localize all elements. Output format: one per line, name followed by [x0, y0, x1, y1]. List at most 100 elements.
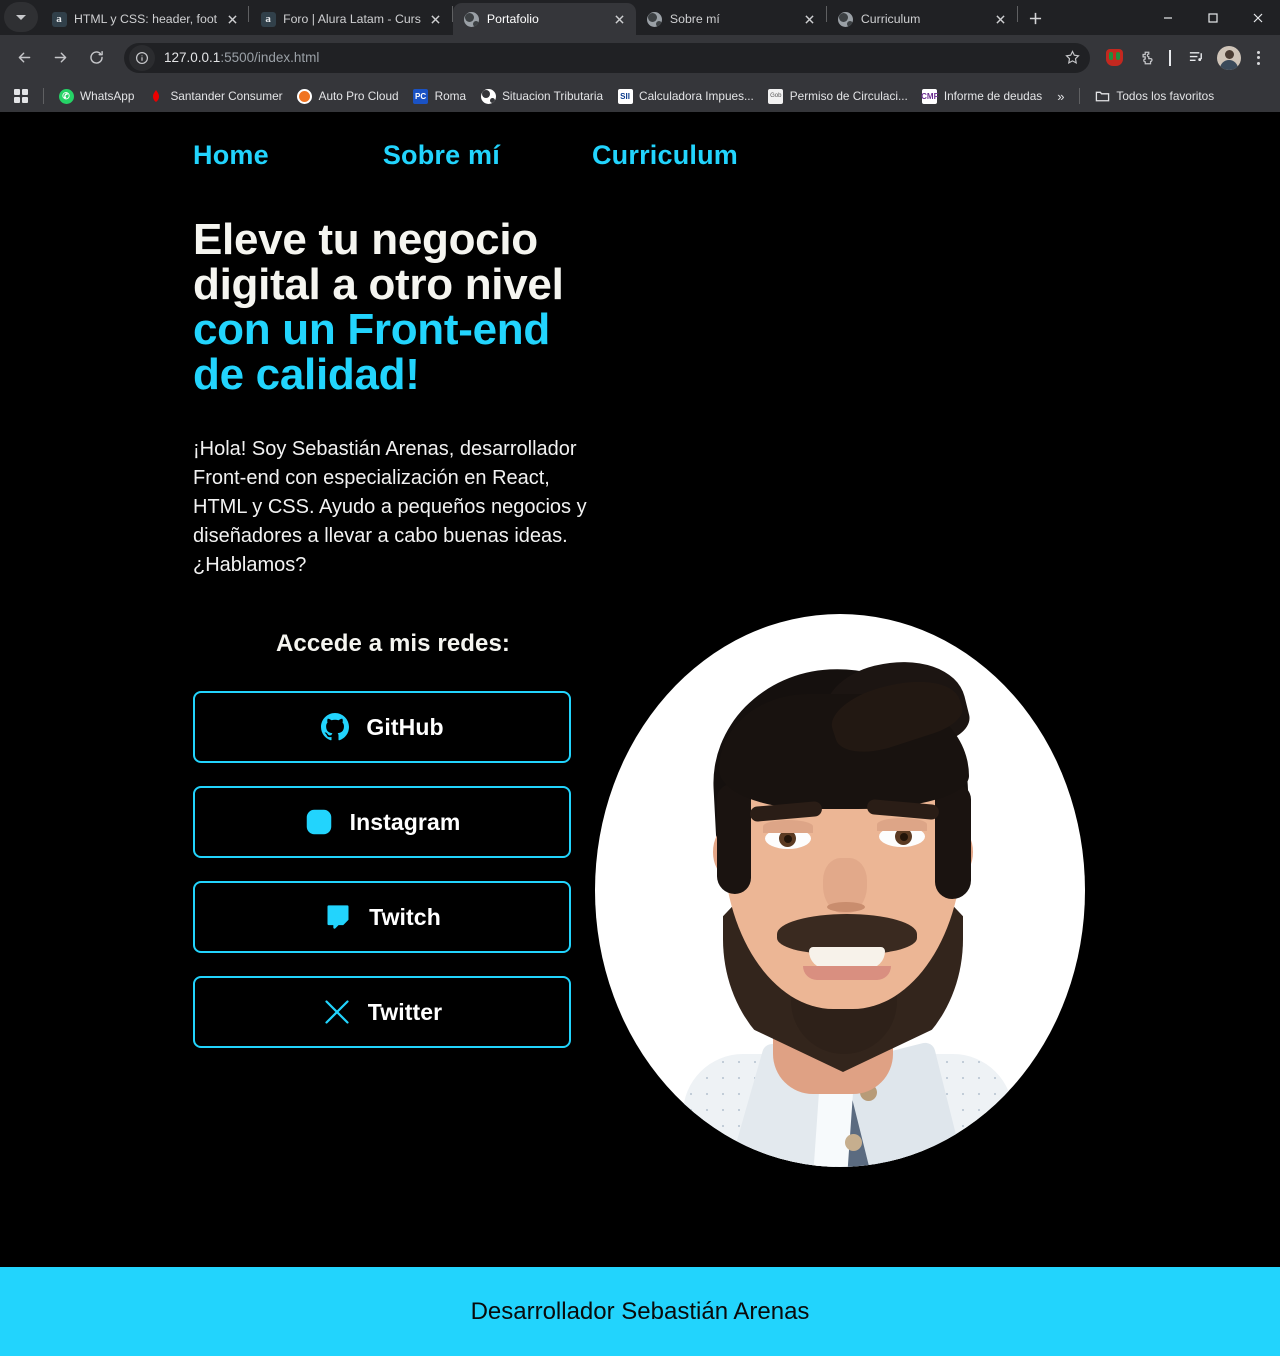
info-icon: [135, 51, 149, 64]
whatsapp-icon: ✆: [58, 88, 74, 104]
maximize-icon: [1207, 12, 1218, 23]
social-heading: Accede a mis redes:: [275, 630, 511, 657]
bookmark-roma[interactable]: PC Roma: [406, 85, 473, 107]
site-info-button[interactable]: [129, 44, 155, 71]
tab-close-button[interactable]: [802, 11, 818, 27]
forward-button[interactable]: [44, 42, 76, 74]
gray-doc-icon: Gob: [768, 88, 784, 104]
globe-icon: [464, 11, 480, 27]
tab-portafolio[interactable]: Portafolio: [452, 3, 636, 35]
social-button-github[interactable]: GitHub: [193, 691, 571, 763]
close-icon: [227, 14, 237, 24]
hero-section: Eleve tu negocio digital a otro nivel co…: [0, 171, 1280, 1167]
puzzle-icon: [1142, 51, 1153, 64]
folder-icon: [1094, 88, 1110, 104]
bookmarks-divider: [1079, 88, 1081, 104]
media-list-button[interactable]: [1181, 43, 1211, 73]
reload-button[interactable]: [80, 42, 112, 74]
bookmark-calculadora-impuestos[interactable]: SII Calculadora Impues...: [610, 85, 761, 107]
bookmark-label: Santander Consumer: [170, 89, 283, 103]
bookmark-label: Calculadora Impues...: [639, 89, 754, 103]
social-button-twitter[interactable]: Twitter: [193, 976, 571, 1048]
window-controls: [1145, 0, 1280, 35]
all-bookmarks-label: Todos los favoritos: [1116, 89, 1215, 103]
hero-left-column: Eleve tu negocio digital a otro nivel co…: [0, 217, 600, 1048]
back-arrow-icon: [18, 52, 30, 63]
star-icon: [1064, 50, 1080, 64]
globe-icon: [480, 88, 496, 104]
url-host: 127.0.0.1: [164, 50, 221, 65]
tab-title: HTML y CSS: header, foot: [74, 12, 218, 26]
bookmarks-overflow-button[interactable]: »: [1049, 87, 1072, 106]
autopro-icon: [297, 88, 313, 104]
close-window-button[interactable]: [1235, 0, 1280, 35]
apps-shortcut[interactable]: [6, 85, 36, 107]
bookmark-label: WhatsApp: [80, 89, 135, 103]
bookmark-whatsapp[interactable]: ✆ WhatsApp: [51, 85, 141, 107]
extensions-button[interactable]: [1132, 43, 1162, 73]
minimize-icon: [1163, 16, 1172, 19]
bookmark-label: Auto Pro Cloud: [318, 89, 399, 103]
profile-button[interactable]: [1214, 43, 1244, 73]
browser-toolbar: 127.0.0.1:5500/index.html: [0, 35, 1280, 80]
close-icon: [805, 14, 815, 24]
title-plain: Eleve tu negocio digital a otro nivel: [193, 215, 564, 309]
twitch-icon: [323, 902, 353, 932]
close-icon: [615, 14, 625, 24]
tab-title: Sobre mí: [669, 12, 720, 26]
all-bookmarks-button[interactable]: Todos los favoritos: [1087, 85, 1221, 107]
nav-link-curriculum[interactable]: Curriculum: [592, 140, 738, 171]
bookmark-label: Permiso de Circulaci...: [789, 89, 908, 103]
roma-icon: PC: [413, 88, 429, 104]
bookmark-auto-pro-cloud[interactable]: Auto Pro Cloud: [290, 85, 406, 107]
new-tab-button[interactable]: [1022, 4, 1050, 32]
back-button[interactable]: [8, 42, 40, 74]
social-button-label: Twitter: [367, 998, 443, 1025]
maximize-button[interactable]: [1190, 0, 1235, 35]
social-button-label: Instagram: [349, 808, 461, 835]
forward-arrow-icon: [54, 52, 66, 63]
social-button-instagram[interactable]: Instagram: [193, 786, 571, 858]
tab-close-button[interactable]: [224, 11, 240, 27]
browser-menu-button[interactable]: [1244, 44, 1272, 72]
site-navigation: Home Sobre mí Curriculum: [0, 112, 1280, 171]
nav-link-home[interactable]: Home: [193, 140, 269, 171]
tab-html-css[interactable]: a HTML y CSS: header, foot: [40, 3, 248, 35]
bookmark-label: Informe de deudas: [943, 89, 1043, 103]
tab-search-button[interactable]: [4, 2, 38, 32]
minimize-button[interactable]: [1145, 0, 1190, 35]
nav-link-sobre-mi[interactable]: Sobre mí: [383, 140, 500, 171]
social-button-label: GitHub: [366, 713, 444, 740]
bookmark-santander[interactable]: Santander Consumer: [141, 85, 289, 107]
instagram-icon: [304, 807, 334, 837]
tab-title: Foro | Alura Latam - Curs: [283, 12, 421, 26]
tab-close-button[interactable]: [993, 11, 1009, 27]
apps-grid-icon: [13, 88, 29, 104]
tab-close-button[interactable]: [428, 11, 444, 27]
tab-strip: a HTML y CSS: header, foot a Foro | Alur…: [0, 0, 1280, 35]
github-icon: [320, 712, 350, 742]
bookmark-star-button[interactable]: [1058, 44, 1086, 72]
tab-curriculum[interactable]: Curriculum: [827, 3, 1017, 35]
social-button-label: Twitch: [369, 903, 441, 930]
tab-close-button[interactable]: [612, 11, 628, 27]
globe-icon: [838, 11, 854, 27]
cmf-icon: CMF: [921, 88, 938, 104]
address-bar[interactable]: 127.0.0.1:5500/index.html: [124, 42, 1090, 73]
close-icon: [1253, 13, 1262, 22]
tab-separator: [1016, 5, 1018, 22]
bookmarks-divider: [43, 88, 44, 104]
avatar: [595, 614, 1085, 1167]
url-text: 127.0.0.1:5500/index.html: [164, 50, 319, 65]
bookmark-situacion-tributaria[interactable]: Situacion Tributaria: [473, 85, 610, 107]
tab-foro-alura[interactable]: a Foro | Alura Latam - Curs: [249, 3, 452, 35]
bookmark-permiso-circulacion[interactable]: Gob Permiso de Circulaci...: [761, 85, 915, 107]
bookmark-informe-deudas[interactable]: CMF Informe de deudas: [915, 85, 1049, 107]
close-icon: [996, 14, 1006, 24]
social-links-list: GitHub Instagram Twitch Twitter: [193, 691, 571, 1048]
title-accent: con un Front-end de calidad!: [193, 305, 550, 399]
extension-button-1[interactable]: [1099, 43, 1129, 73]
social-button-twitch[interactable]: Twitch: [193, 881, 571, 953]
tab-sobre-mi[interactable]: Sobre mí: [636, 3, 826, 35]
footer-text: Desarrollador Sebastián Arenas: [470, 1297, 810, 1325]
